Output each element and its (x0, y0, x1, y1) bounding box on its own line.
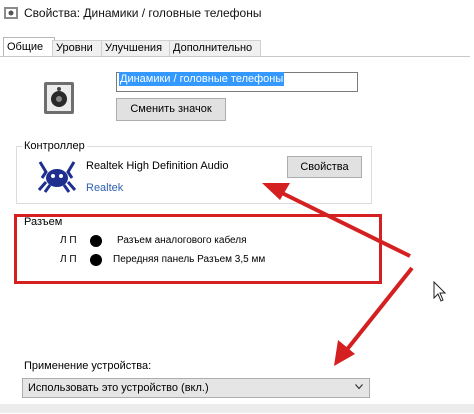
window-title: Свойства: Динамики / головные телефоны (24, 6, 262, 20)
device-usage-value: Использовать это устройство (вкл.) (28, 382, 209, 394)
chevron-down-icon (355, 384, 363, 390)
device-name-field[interactable]: Динамики / головные телефоны (116, 72, 358, 92)
tab-general[interactable]: Общие (3, 37, 55, 57)
speaker-icon (4, 7, 18, 19)
change-icon-button[interactable]: Сменить значок (116, 98, 226, 121)
jack-color-dot (90, 235, 102, 247)
title-bar[interactable]: Свойства: Динамики / головные телефоны (0, 0, 474, 28)
jack-color-dot (90, 254, 102, 266)
speaker-icon (44, 82, 74, 114)
mouse-cursor-icon (433, 281, 447, 302)
device-usage-label: Применение устройства: (24, 360, 152, 372)
tab-enhancements[interactable]: Улучшения (101, 40, 173, 56)
tab-strip: Общие Уровни Улучшения Дополнительно (0, 37, 474, 57)
jack-label: Разъем аналогового кабеля (117, 235, 247, 246)
controller-vendor-link[interactable]: Realtek (86, 182, 123, 194)
jack-label: Передняя панель Разъем 3,5 мм (113, 254, 266, 265)
tab-levels[interactable]: Уровни (52, 40, 102, 56)
jack-side: Л П (60, 235, 77, 246)
controller-legend: Контроллер (22, 140, 87, 152)
jacks-highlight (14, 214, 382, 284)
device-name-text: Динамики / головные телефоны (119, 72, 285, 86)
realtek-crab-icon (37, 161, 77, 193)
jack-side: Л П (60, 254, 77, 265)
tab-advanced[interactable]: Дополнительно (169, 40, 261, 56)
jacks-legend: Разъем (24, 216, 63, 228)
controller-name: Realtek High Definition Audio (86, 160, 229, 172)
controller-properties-button[interactable]: Свойства (287, 156, 362, 178)
device-usage-select[interactable]: Использовать это устройство (вкл.) (22, 378, 370, 398)
bottom-edge (0, 404, 474, 413)
